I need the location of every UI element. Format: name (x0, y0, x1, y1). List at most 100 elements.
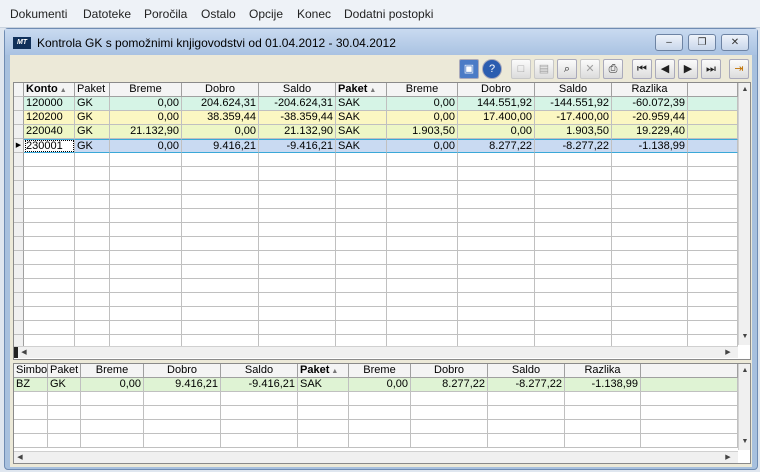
restore-icon[interactable]: ❐ (688, 34, 716, 51)
scroll-left-icon[interactable]: ◀ (14, 452, 26, 463)
close-icon[interactable]: ✕ (721, 34, 749, 51)
table-cell[interactable]: -20.959,44 (612, 111, 688, 125)
table-row[interactable]: ▶ 230001 GK 0,00 9.416,21 -9.416,21 SAK 0,00 8.2… (14, 139, 738, 153)
table-cell[interactable]: 0,00 (387, 111, 458, 125)
table-cell[interactable]: GK (75, 139, 110, 153)
table-cell[interactable]: 0,00 (81, 378, 144, 392)
col-paket-gk[interactable]: Paket (75, 83, 110, 97)
table-cell[interactable]: -17.400,00 (535, 111, 612, 125)
menu-dokumenti[interactable]: Dokumenti (10, 7, 67, 21)
table-cell[interactable]: 8.277,22 (458, 139, 535, 153)
table-cell[interactable]: 19.229,40 (612, 125, 688, 139)
table-cell[interactable]: SAK (336, 111, 387, 125)
scroll-right-icon[interactable]: ▶ (722, 347, 734, 359)
col-breme-gk[interactable]: Breme (81, 364, 144, 378)
table-cell[interactable]: -8.277,22 (535, 139, 612, 153)
table-cell[interactable] (688, 97, 738, 111)
table-cell[interactable]: -144.551,92 (535, 97, 612, 111)
scroll-up-icon[interactable]: ▲ (739, 84, 750, 96)
table-row[interactable]: 220040 GK 21.132,90 0,00 21.132,90 SAK 1.903,5… (14, 125, 738, 139)
bottom-horizontal-scrollbar[interactable]: ◀ ▶ (14, 451, 738, 463)
col-dobro-sak[interactable]: Dobro (411, 364, 488, 378)
table-cell[interactable]: 220040 (24, 125, 75, 139)
table-cell[interactable]: -204.624,31 (259, 97, 336, 111)
delete-icon[interactable]: ✕ (580, 59, 600, 79)
scroll-up-icon[interactable]: ▲ (739, 365, 750, 377)
table-cell[interactable]: 0,00 (387, 97, 458, 111)
col-konto[interactable]: Konto ▲ (24, 83, 75, 97)
table-cell[interactable]: 0,00 (110, 139, 182, 153)
table-cell[interactable]: -1.138,99 (612, 139, 688, 153)
table-cell[interactable] (688, 111, 738, 125)
table-cell[interactable]: 0,00 (110, 97, 182, 111)
last-record-icon[interactable]: ⏭ (701, 59, 721, 79)
table-cell[interactable]: 1.903,50 (387, 125, 458, 139)
table-cell[interactable]: 0,00 (458, 125, 535, 139)
table-cell[interactable]: GK (75, 97, 110, 111)
col-saldo-sak[interactable]: Saldo (535, 83, 612, 97)
col-razlika[interactable]: Razlika (612, 83, 688, 97)
col-breme-gk[interactable]: Breme (110, 83, 182, 97)
scroll-down-icon[interactable]: ▼ (739, 436, 750, 448)
table-row[interactable]: BZ GK 0,00 9.416,21 -9.416,21 SAK 0,00 8.277,22… (14, 378, 738, 392)
table-cell[interactable]: 0,00 (349, 378, 411, 392)
table-cell[interactable]: -9.416,21 (221, 378, 298, 392)
help-icon[interactable]: ? (482, 59, 502, 79)
table-cell[interactable]: 120000 (24, 97, 75, 111)
next-record-icon[interactable]: ▶ (678, 59, 698, 79)
open-folder-icon[interactable]: ▤ (534, 59, 554, 79)
table-cell[interactable]: -8.277,22 (488, 378, 565, 392)
col-breme-sak[interactable]: Breme (349, 364, 411, 378)
menu-porocila[interactable]: Poročila (144, 7, 187, 21)
table-cell[interactable]: 21.132,90 (259, 125, 336, 139)
exit-icon[interactable]: ⇥ (729, 59, 749, 79)
col-saldo-gk[interactable]: Saldo (259, 83, 336, 97)
search-icon[interactable]: ⌕ (557, 59, 577, 79)
table-cell[interactable]: 9.416,21 (144, 378, 221, 392)
bottom-vertical-scrollbar[interactable]: ▲ ▼ (738, 364, 750, 450)
table-cell[interactable]: 21.132,90 (110, 125, 182, 139)
col-razlika[interactable]: Razlika (565, 364, 641, 378)
scroll-left-icon[interactable]: ◀ (18, 347, 30, 359)
table-cell[interactable]: 204.624,31 (182, 97, 259, 111)
minimize-icon[interactable]: – (655, 34, 683, 51)
table-cell[interactable]: -38.359,44 (259, 111, 336, 125)
menu-konec[interactable]: Konec (297, 7, 331, 21)
table-cell[interactable]: 8.277,22 (411, 378, 488, 392)
table-cell[interactable]: 9.416,21 (182, 139, 259, 153)
table-cell[interactable]: 17.400,00 (458, 111, 535, 125)
table-row[interactable]: 120000 GK 0,00 204.624,31 -204.624,31 SAK 0,00… (14, 97, 738, 111)
col-dobro-sak[interactable]: Dobro (458, 83, 535, 97)
table-cell[interactable]: -9.416,21 (259, 139, 336, 153)
table-cell[interactable]: SAK (336, 97, 387, 111)
menu-opcije[interactable]: Opcije (249, 7, 283, 21)
col-paket-gk[interactable]: Paket (48, 364, 81, 378)
monitor-icon[interactable]: ▣ (459, 59, 479, 79)
menu-ostalo[interactable]: Ostalo (201, 7, 236, 21)
previous-record-icon[interactable]: ◀ (655, 59, 675, 79)
table-cell[interactable]: SAK (298, 378, 349, 392)
scroll-down-icon[interactable]: ▼ (739, 331, 750, 343)
table-cell[interactable] (688, 125, 738, 139)
table-cell[interactable] (641, 378, 738, 392)
new-document-icon[interactable]: □ (511, 59, 531, 79)
table-cell[interactable]: 0,00 (182, 125, 259, 139)
first-record-icon[interactable]: ⏮ (632, 59, 652, 79)
col-saldo-sak[interactable]: Saldo (488, 364, 565, 378)
table-cell[interactable]: 0,00 (387, 139, 458, 153)
table-cell[interactable]: 120200 (24, 111, 75, 125)
col-dobro-gk[interactable]: Dobro (182, 83, 259, 97)
scroll-right-icon[interactable]: ▶ (722, 452, 734, 463)
top-vertical-scrollbar[interactable]: ▲ ▼ (738, 83, 750, 345)
col-paket-sak[interactable]: Paket ▲ (336, 83, 387, 97)
table-cell[interactable]: BZ (14, 378, 48, 392)
table-cell[interactable]: 38.359,44 (182, 111, 259, 125)
table-cell[interactable]: SAK (336, 125, 387, 139)
menu-dodatni-postopki[interactable]: Dodatni postopki (344, 7, 433, 21)
table-cell[interactable]: -1.138,99 (565, 378, 641, 392)
table-cell[interactable]: GK (75, 111, 110, 125)
table-cell[interactable]: 230001 (24, 139, 75, 153)
col-simbol[interactable]: Simbol (14, 364, 48, 378)
table-cell[interactable]: 1.903,50 (535, 125, 612, 139)
col-dobro-gk[interactable]: Dobro (144, 364, 221, 378)
